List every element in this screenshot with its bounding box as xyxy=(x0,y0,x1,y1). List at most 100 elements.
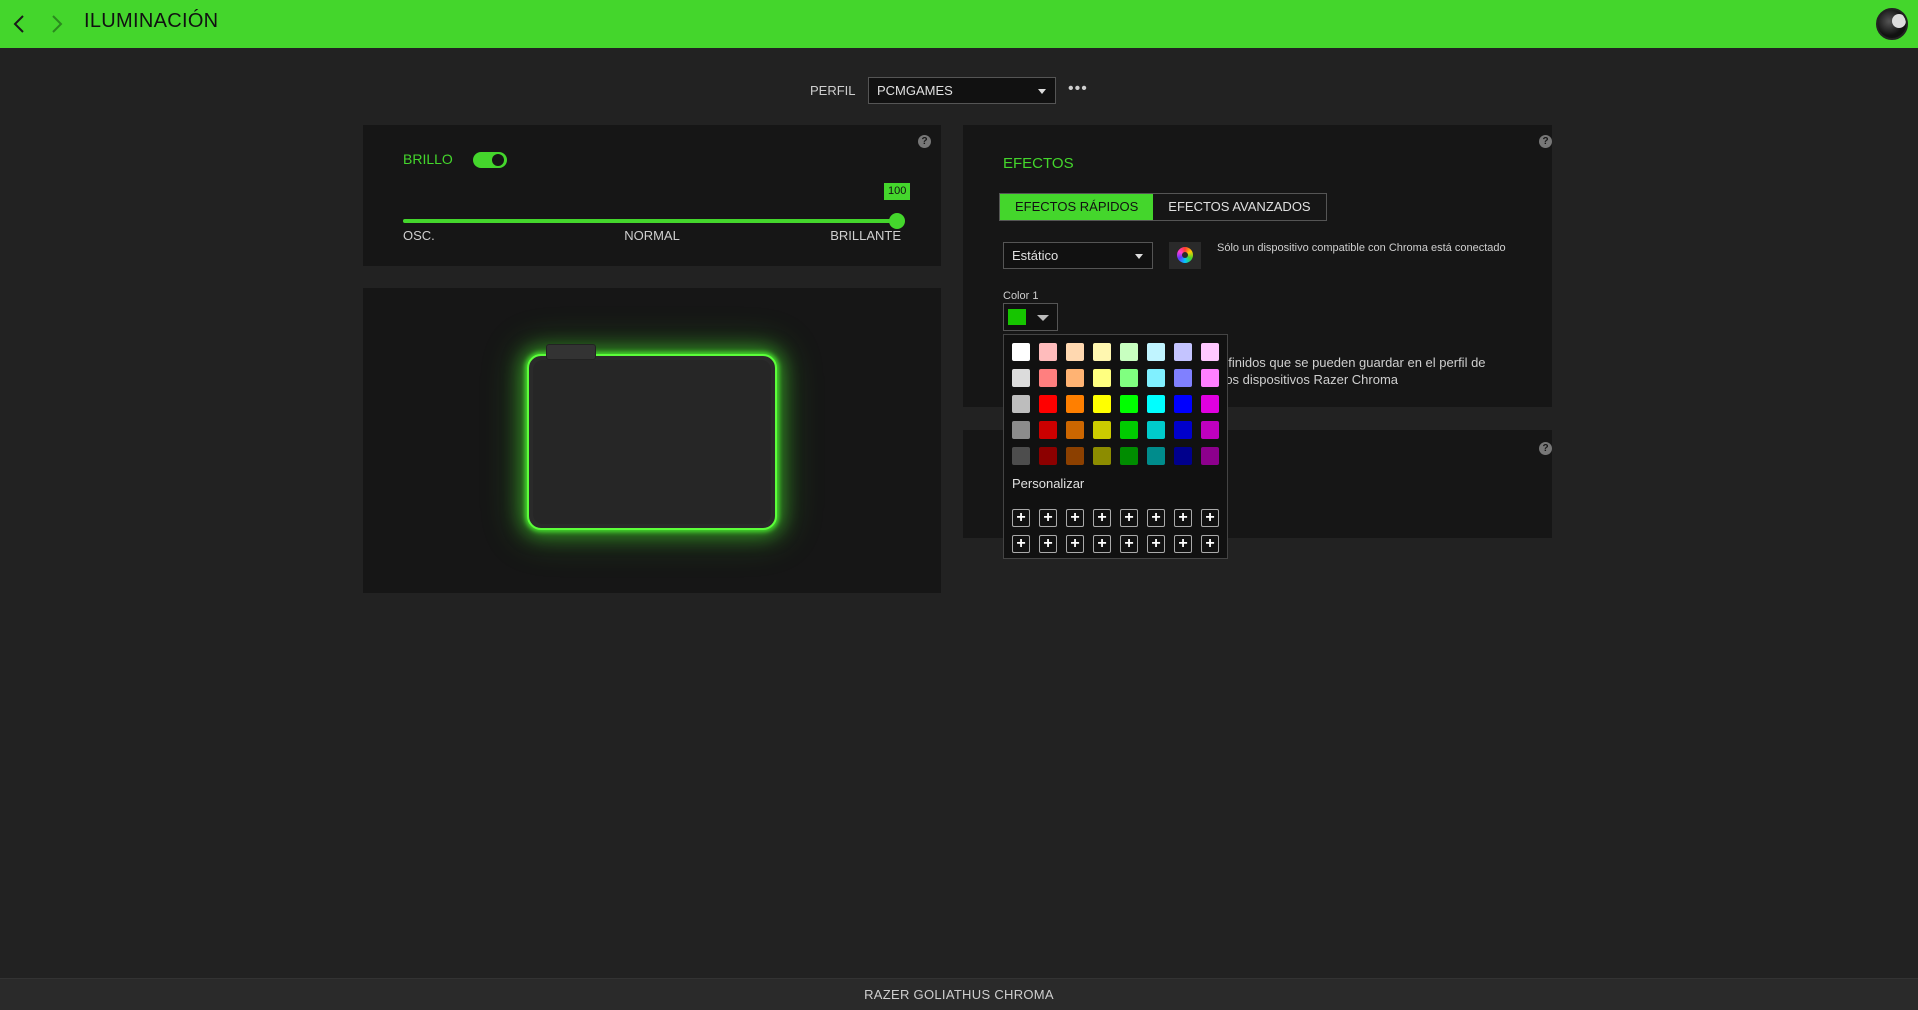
color-1-picker-button[interactable] xyxy=(1003,303,1058,331)
brightness-low-label: OSC. xyxy=(403,228,435,243)
color-1-label: Color 1 xyxy=(1003,290,1039,302)
tab-quick-effects[interactable]: EFECTOS RÁPIDOS xyxy=(1000,194,1154,220)
brightness-value-badge: 100 xyxy=(884,183,911,200)
color-swatch[interactable] xyxy=(1012,343,1030,361)
effects-title: EFECTOS xyxy=(1003,155,1074,172)
color-swatch[interactable] xyxy=(1201,447,1219,465)
brightness-slider[interactable] xyxy=(403,213,905,229)
color-swatch[interactable] xyxy=(1147,369,1165,387)
effects-tabs: EFECTOS RÁPIDOS EFECTOS AVANZADOS xyxy=(999,193,1327,221)
brightness-high-label: BRILLANTE xyxy=(830,228,901,243)
color-swatch[interactable] xyxy=(1093,447,1111,465)
brightness-slider-handle[interactable] xyxy=(889,213,905,229)
tab-advanced-effects[interactable]: EFECTOS AVANZADOS xyxy=(1153,194,1326,220)
custom-color-grid: + + + + + + + + + + + + + + + + xyxy=(1012,509,1219,553)
color-swatch[interactable] xyxy=(1201,395,1219,413)
color-swatch[interactable] xyxy=(1174,369,1192,387)
color-swatch[interactable] xyxy=(1093,395,1111,413)
color-swatch[interactable] xyxy=(1120,447,1138,465)
add-custom-color-button[interactable]: + xyxy=(1174,509,1192,527)
add-custom-color-button[interactable]: + xyxy=(1039,509,1057,527)
color-swatch[interactable] xyxy=(1066,421,1084,439)
caret-down-icon xyxy=(1037,315,1049,321)
add-custom-color-button[interactable]: + xyxy=(1039,535,1057,553)
mousepad-image xyxy=(527,354,777,530)
device-name[interactable]: RAZER GOLIATHUS CHROMA xyxy=(0,987,1918,1002)
add-custom-color-button[interactable]: + xyxy=(1120,535,1138,553)
preset-color-grid xyxy=(1012,343,1219,465)
add-custom-color-button[interactable]: + xyxy=(1120,509,1138,527)
effect-selected-value: Estático xyxy=(1012,248,1059,263)
mousepad-cable-housing xyxy=(546,344,596,360)
chevron-right-icon xyxy=(52,15,63,33)
color-swatch[interactable] xyxy=(1012,421,1030,439)
add-custom-color-button[interactable]: + xyxy=(1201,509,1219,527)
profile-label: PERFIL xyxy=(810,83,856,98)
color-swatch[interactable] xyxy=(1147,421,1165,439)
chroma-note: Sólo un dispositivo compatible con Chrom… xyxy=(1217,242,1506,254)
add-custom-color-button[interactable]: + xyxy=(1201,535,1219,553)
color-swatch[interactable] xyxy=(1039,369,1057,387)
effects-info-line-2: ros dispositivos Razer Chroma xyxy=(1221,372,1399,387)
color-swatch[interactable] xyxy=(1093,343,1111,361)
avatar[interactable] xyxy=(1876,8,1908,40)
caret-down-icon xyxy=(1038,89,1046,94)
color-swatch[interactable] xyxy=(1174,343,1192,361)
color-swatch[interactable] xyxy=(1012,395,1030,413)
brightness-label: BRILLO xyxy=(403,151,453,167)
color-swatch[interactable] xyxy=(1147,395,1165,413)
color-swatch[interactable] xyxy=(1066,343,1084,361)
effect-dropdown[interactable]: Estático xyxy=(1003,242,1153,269)
add-custom-color-button[interactable]: + xyxy=(1066,509,1084,527)
color-swatch[interactable] xyxy=(1120,395,1138,413)
help-icon[interactable]: ? xyxy=(1539,442,1552,455)
color-swatch[interactable] xyxy=(1039,343,1057,361)
add-custom-color-button[interactable]: + xyxy=(1012,509,1030,527)
profile-dropdown[interactable]: PCMGAMES xyxy=(868,77,1056,104)
add-custom-color-button[interactable]: + xyxy=(1093,535,1111,553)
color-swatch[interactable] xyxy=(1066,369,1084,387)
add-custom-color-button[interactable]: + xyxy=(1093,509,1111,527)
color-swatch[interactable] xyxy=(1174,447,1192,465)
add-custom-color-button[interactable]: + xyxy=(1066,535,1084,553)
chroma-apps-icon[interactable] xyxy=(1169,242,1201,269)
title-bar: ILUMINACIÓN xyxy=(0,0,1918,48)
add-custom-color-button[interactable]: + xyxy=(1147,535,1165,553)
color-swatch[interactable] xyxy=(1147,447,1165,465)
back-button[interactable] xyxy=(8,12,32,36)
help-icon[interactable]: ? xyxy=(1539,135,1552,148)
color-swatch[interactable] xyxy=(1039,421,1057,439)
color-swatch[interactable] xyxy=(1012,447,1030,465)
forward-button[interactable] xyxy=(44,12,68,36)
color-palette-popup: Personalizar + + + + + + + + + + + + + + + + xyxy=(1003,334,1228,559)
color-swatch[interactable] xyxy=(1201,421,1219,439)
color-swatch[interactable] xyxy=(1120,421,1138,439)
add-custom-color-button[interactable]: + xyxy=(1012,535,1030,553)
color-swatch[interactable] xyxy=(1066,447,1084,465)
brightness-mid-label: NORMAL xyxy=(624,228,680,243)
color-swatch[interactable] xyxy=(1120,343,1138,361)
color-swatch[interactable] xyxy=(1174,395,1192,413)
brightness-toggle[interactable] xyxy=(473,152,507,168)
help-icon[interactable]: ? xyxy=(918,135,931,148)
color-swatch[interactable] xyxy=(1201,343,1219,361)
effects-info-line-1: efinidos que se pueden guardar en el per… xyxy=(1221,355,1486,370)
color-swatch[interactable] xyxy=(1093,369,1111,387)
mousepad-surface xyxy=(533,360,771,524)
color-swatch[interactable] xyxy=(1039,447,1057,465)
add-custom-color-button[interactable]: + xyxy=(1174,535,1192,553)
add-custom-color-button[interactable]: + xyxy=(1147,509,1165,527)
color-swatch[interactable] xyxy=(1012,369,1030,387)
profile-selected-value: PCMGAMES xyxy=(877,83,953,98)
more-options-button[interactable]: ••• xyxy=(1068,80,1088,98)
device-preview-panel xyxy=(363,288,941,593)
current-color-swatch xyxy=(1008,309,1026,325)
color-swatch[interactable] xyxy=(1120,369,1138,387)
color-swatch[interactable] xyxy=(1093,421,1111,439)
color-swatch[interactable] xyxy=(1147,343,1165,361)
color-swatch[interactable] xyxy=(1039,395,1057,413)
color-swatch[interactable] xyxy=(1201,369,1219,387)
color-swatch[interactable] xyxy=(1066,395,1084,413)
brightness-panel: BRILLO ? 100 OSC. NORMAL BRILLANTE xyxy=(363,125,941,266)
color-swatch[interactable] xyxy=(1174,421,1192,439)
